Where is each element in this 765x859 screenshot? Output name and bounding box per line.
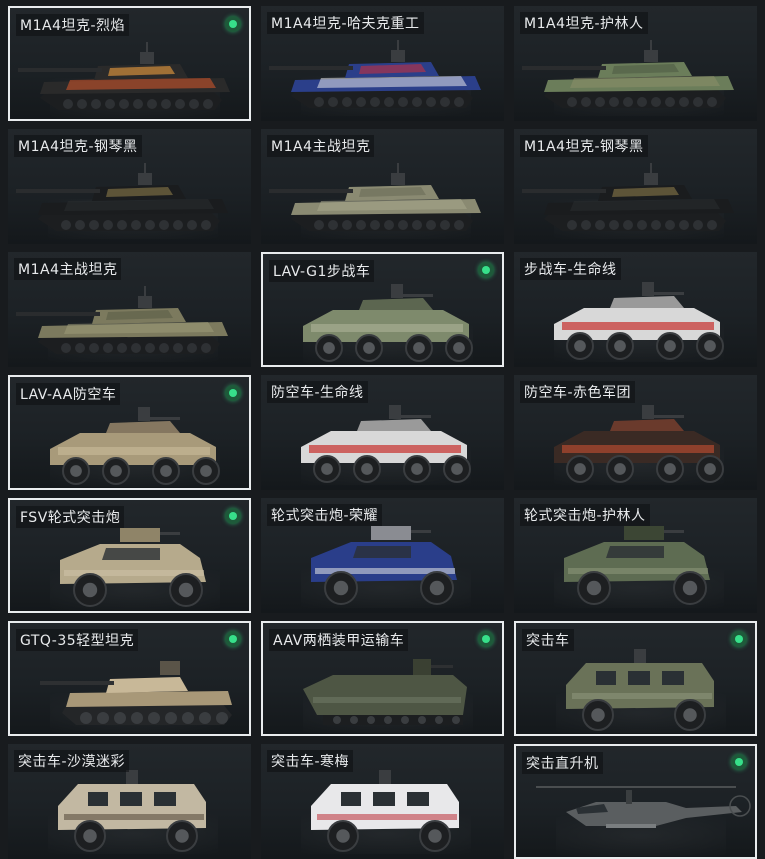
skin-card[interactable]: 突击直升机 (514, 744, 757, 859)
skin-card[interactable]: 轮式突击炮-荣耀 (261, 498, 504, 613)
skin-name: M1A4坦克-护林人 (520, 12, 648, 34)
owned-indicator-icon (731, 631, 747, 647)
skin-card[interactable]: M1A4坦克-护林人 (514, 6, 757, 121)
skin-card[interactable]: M1A4主战坦克 (261, 129, 504, 244)
skin-card[interactable]: 轮式突击炮-护林人 (514, 498, 757, 613)
skin-name: LAV-G1步战车 (269, 260, 375, 282)
skin-name: 突击车 (522, 629, 574, 651)
skin-card[interactable]: 步战车-生命线 (514, 252, 757, 367)
skin-name: GTQ-35轻型坦克 (16, 629, 139, 651)
skin-name: 防空车-生命线 (267, 381, 368, 403)
skin-name: M1A4坦克-哈夫克重工 (267, 12, 424, 34)
skin-card[interactable]: M1A4主战坦克 (8, 252, 251, 367)
skin-name: 防空车-赤色军团 (520, 381, 636, 403)
owned-indicator-icon (225, 16, 241, 32)
skin-card[interactable]: M1A4坦克-烈焰 (8, 6, 251, 121)
skin-name: 步战车-生命线 (520, 258, 621, 280)
skin-name: M1A4主战坦克 (267, 135, 375, 157)
skin-card[interactable]: LAV-AA防空车 (8, 375, 251, 490)
skin-name: 轮式突击炮-荣耀 (267, 504, 383, 526)
skin-card[interactable]: AAV两栖装甲运输车 (261, 621, 504, 736)
skin-card[interactable]: LAV-G1步战车 (261, 252, 504, 367)
skin-card[interactable]: 突击车-寒梅 (261, 744, 504, 859)
skin-name: 突击车-沙漠迷彩 (14, 750, 130, 772)
skin-card[interactable]: 突击车-沙漠迷彩 (8, 744, 251, 859)
owned-indicator-icon (225, 385, 241, 401)
vehicle-skin-grid: M1A4坦克-烈焰 M1A4坦克-哈夫克重工 M1A4坦克-护林人 M1A4坦克-钢琴… (0, 0, 765, 859)
skin-name: 突击车-寒梅 (267, 750, 354, 772)
skin-name: AAV两栖装甲运输车 (269, 629, 409, 651)
skin-name: FSV轮式突击炮 (16, 506, 125, 528)
skin-card[interactable]: M1A4坦克-哈夫克重工 (261, 6, 504, 121)
skin-card[interactable]: M1A4坦克-钢琴黑 (8, 129, 251, 244)
skin-card[interactable]: GTQ-35轻型坦克 (8, 621, 251, 736)
skin-card[interactable]: 防空车-赤色军团 (514, 375, 757, 490)
owned-indicator-icon (225, 631, 241, 647)
skin-name: M1A4坦克-钢琴黑 (520, 135, 648, 157)
skin-name: M1A4坦克-钢琴黑 (14, 135, 142, 157)
skin-name: 突击直升机 (522, 752, 603, 774)
owned-indicator-icon (225, 508, 241, 524)
skin-card[interactable]: 突击车 (514, 621, 757, 736)
skin-card[interactable]: FSV轮式突击炮 (8, 498, 251, 613)
owned-indicator-icon (731, 754, 747, 770)
skin-name: 轮式突击炮-护林人 (520, 504, 650, 526)
skin-name: M1A4主战坦克 (14, 258, 122, 280)
skin-name: M1A4坦克-烈焰 (16, 14, 130, 36)
skin-card[interactable]: M1A4坦克-钢琴黑 (514, 129, 757, 244)
owned-indicator-icon (478, 631, 494, 647)
skin-card[interactable]: 防空车-生命线 (261, 375, 504, 490)
owned-indicator-icon (478, 262, 494, 278)
skin-name: LAV-AA防空车 (16, 383, 121, 405)
